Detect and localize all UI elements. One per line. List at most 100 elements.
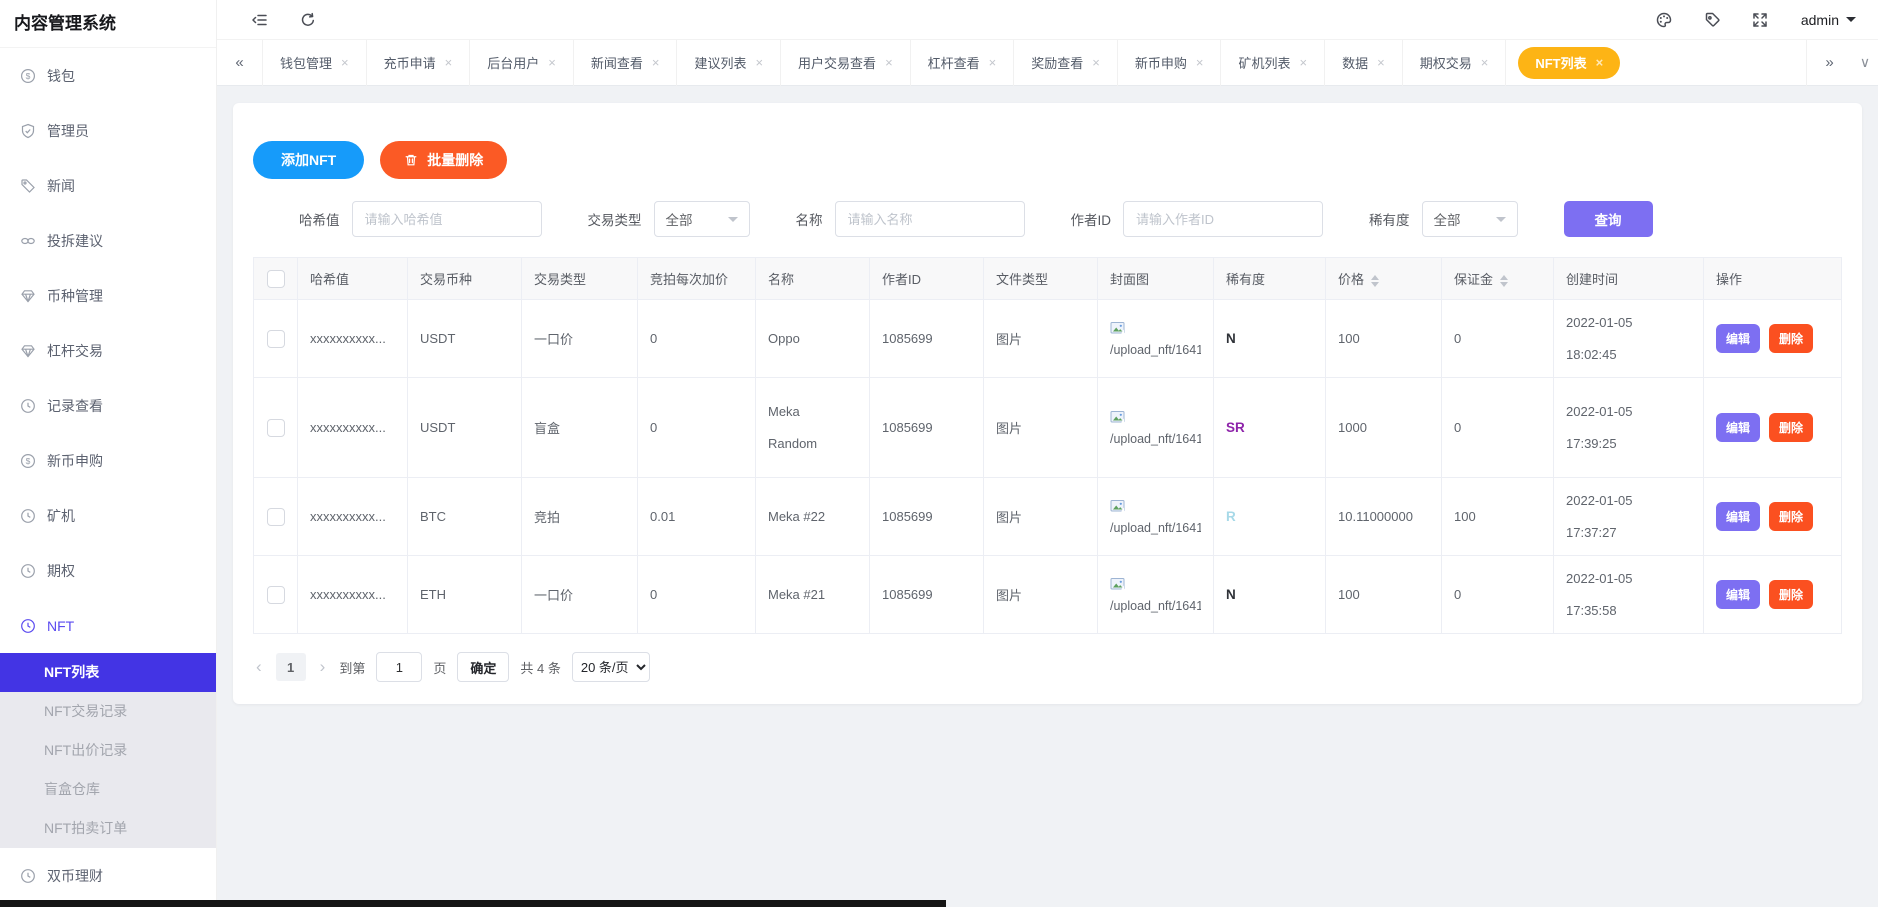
tab-后台用户[interactable]: 后台用户× <box>470 40 574 86</box>
sidebar-item-币种管理[interactable]: 币种管理 <box>0 268 216 323</box>
refresh-icon[interactable] <box>299 11 317 29</box>
sidebar-item-新闻[interactable]: 新闻 <box>0 158 216 213</box>
tag-icon[interactable] <box>1703 11 1721 29</box>
sort-icons[interactable] <box>1500 275 1508 287</box>
user-menu[interactable]: admin <box>1801 12 1856 28</box>
name-filter-input[interactable] <box>835 201 1025 237</box>
tab-新币申购[interactable]: 新币申购× <box>1118 40 1222 86</box>
sidebar-item-矿机[interactable]: 矿机 <box>0 488 216 543</box>
page-size-select[interactable]: 20 条/页 <box>572 652 650 682</box>
next-page-button[interactable]: › <box>317 657 329 677</box>
column-保证金[interactable]: 保证金 <box>1442 258 1554 300</box>
sidebar-subitem-NFT拍卖订单[interactable]: NFT拍卖订单 <box>0 809 216 848</box>
close-icon[interactable]: × <box>885 55 893 70</box>
tabs-overflow-icon[interactable]: ∨ <box>1852 54 1878 71</box>
close-icon[interactable]: × <box>989 55 997 70</box>
tab-数据[interactable]: 数据× <box>1325 40 1403 86</box>
sidebar-item-管理员[interactable]: 管理员 <box>0 103 216 158</box>
cell-file-type: 图片 <box>984 300 1098 378</box>
cell-coin: USDT <box>408 378 522 478</box>
sidebar-subitem-NFT交易记录[interactable]: NFT交易记录 <box>0 692 216 731</box>
tab-杠杆查看[interactable]: 杠杆查看× <box>911 40 1015 86</box>
cell-price: 1000 <box>1326 378 1442 478</box>
goto-page-input[interactable] <box>376 652 422 682</box>
sidebar-subitem-NFT列表[interactable]: NFT列表 <box>0 653 216 692</box>
close-icon[interactable]: × <box>548 55 556 70</box>
collapse-menu-icon[interactable] <box>251 11 269 29</box>
confirm-button[interactable]: 确定 <box>457 652 509 682</box>
sidebar-subitem-盲盒仓库[interactable]: 盲盒仓库 <box>0 770 216 809</box>
prev-page-button[interactable]: ‹ <box>253 657 265 677</box>
author-filter-input[interactable] <box>1123 201 1323 237</box>
close-icon[interactable]: × <box>652 55 660 70</box>
delete-button[interactable]: 删除 <box>1769 324 1813 353</box>
sidebar-subitem-NFT出价记录[interactable]: NFT出价记录 <box>0 731 216 770</box>
sidebar-item-钱包[interactable]: $钱包 <box>0 48 216 103</box>
tab-充币申请[interactable]: 充币申请× <box>367 40 471 86</box>
row-checkbox[interactable] <box>267 419 285 437</box>
batch-delete-button[interactable]: 批量删除 <box>380 141 507 179</box>
trade-type-select[interactable]: 全部 <box>654 201 750 237</box>
close-icon[interactable]: × <box>1196 55 1204 70</box>
row-checkbox[interactable] <box>267 330 285 348</box>
delete-button[interactable]: 删除 <box>1769 502 1813 531</box>
sidebar-item-双币理财[interactable]: 双币理财 <box>0 848 216 903</box>
sidebar-item-杠杆交易[interactable]: 杠杆交易 <box>0 323 216 378</box>
sidebar-item-label: 新币申购 <box>47 451 103 471</box>
column-哈希值: 哈希值 <box>298 258 408 300</box>
tab-奖励查看[interactable]: 奖励查看× <box>1014 40 1118 86</box>
tab-建议列表[interactable]: 建议列表× <box>677 40 781 86</box>
edit-button[interactable]: 编辑 <box>1716 580 1760 609</box>
bottom-scrollbar[interactable] <box>0 900 946 907</box>
sidebar-item-期权[interactable]: 期权 <box>0 543 216 598</box>
column-价格[interactable]: 价格 <box>1326 258 1442 300</box>
edit-button[interactable]: 编辑 <box>1716 502 1760 531</box>
table-row: xxxxxxxxxx...USDT盲盒0MekaRandom1085699图片/… <box>254 378 1842 478</box>
tab-矿机列表[interactable]: 矿机列表× <box>1221 40 1325 86</box>
tab-NFT列表[interactable]: NFT列表 × <box>1518 47 1620 79</box>
close-icon[interactable]: × <box>1481 55 1489 70</box>
close-icon[interactable]: × <box>341 55 349 70</box>
tab-label: NFT列表 <box>1535 53 1586 72</box>
select-all-header <box>254 258 298 300</box>
cell-author-id: 1085699 <box>870 478 984 556</box>
tab-期权交易[interactable]: 期权交易× <box>1403 40 1507 86</box>
cell-hash: xxxxxxxxxx... <box>298 478 408 556</box>
main-area: admin « 钱包管理×充币申请×后台用户×新闻查看×建议列表×用户交易查看×… <box>217 0 1878 907</box>
cover-path: /upload_nft/16413 <box>1110 521 1201 535</box>
broken-image-icon <box>1110 577 1201 592</box>
page-number[interactable]: 1 <box>276 653 306 681</box>
sidebar-item-新币申购[interactable]: $新币申购 <box>0 433 216 488</box>
tab-钱包管理[interactable]: 钱包管理× <box>263 40 367 86</box>
add-nft-button[interactable]: 添加NFT <box>253 141 364 179</box>
close-icon[interactable]: × <box>755 55 763 70</box>
tab-用户交易查看[interactable]: 用户交易查看× <box>781 40 911 86</box>
cell-actions: 编辑删除 <box>1704 300 1842 378</box>
sidebar-item-记录查看[interactable]: 记录查看 <box>0 378 216 433</box>
sidebar-item-投拆建议[interactable]: 投拆建议 <box>0 213 216 268</box>
search-button[interactable]: 查询 <box>1564 201 1653 237</box>
hash-filter-input[interactable] <box>352 201 542 237</box>
close-icon[interactable]: × <box>1300 55 1308 70</box>
delete-button[interactable]: 删除 <box>1769 580 1813 609</box>
trade-type-filter-label: 交易类型 <box>588 209 642 229</box>
tabs-scroll-right-icon[interactable]: » <box>1806 40 1852 86</box>
close-icon[interactable]: × <box>1092 55 1100 70</box>
edit-button[interactable]: 编辑 <box>1716 413 1760 442</box>
rarity-select[interactable]: 全部 <box>1422 201 1518 237</box>
close-icon[interactable]: × <box>1377 55 1385 70</box>
tabs-scroll-left-icon[interactable]: « <box>217 40 263 86</box>
close-icon[interactable]: × <box>445 55 453 70</box>
fullscreen-icon[interactable] <box>1751 11 1769 29</box>
delete-button[interactable]: 删除 <box>1769 413 1813 442</box>
close-icon[interactable]: × <box>1596 55 1604 70</box>
sort-icons[interactable] <box>1371 275 1379 287</box>
theme-palette-icon[interactable] <box>1655 11 1673 29</box>
select-all-checkbox[interactable] <box>267 270 285 288</box>
row-checkbox[interactable] <box>267 508 285 526</box>
row-checkbox[interactable] <box>267 586 285 604</box>
sidebar-item-NFT[interactable]: NFT <box>0 598 216 653</box>
table-header-row: 哈希值交易币种交易类型竞拍每次加价名称作者ID文件类型封面图稀有度价格保证金创建… <box>254 258 1842 300</box>
tab-新闻查看[interactable]: 新闻查看× <box>574 40 678 86</box>
edit-button[interactable]: 编辑 <box>1716 324 1760 353</box>
